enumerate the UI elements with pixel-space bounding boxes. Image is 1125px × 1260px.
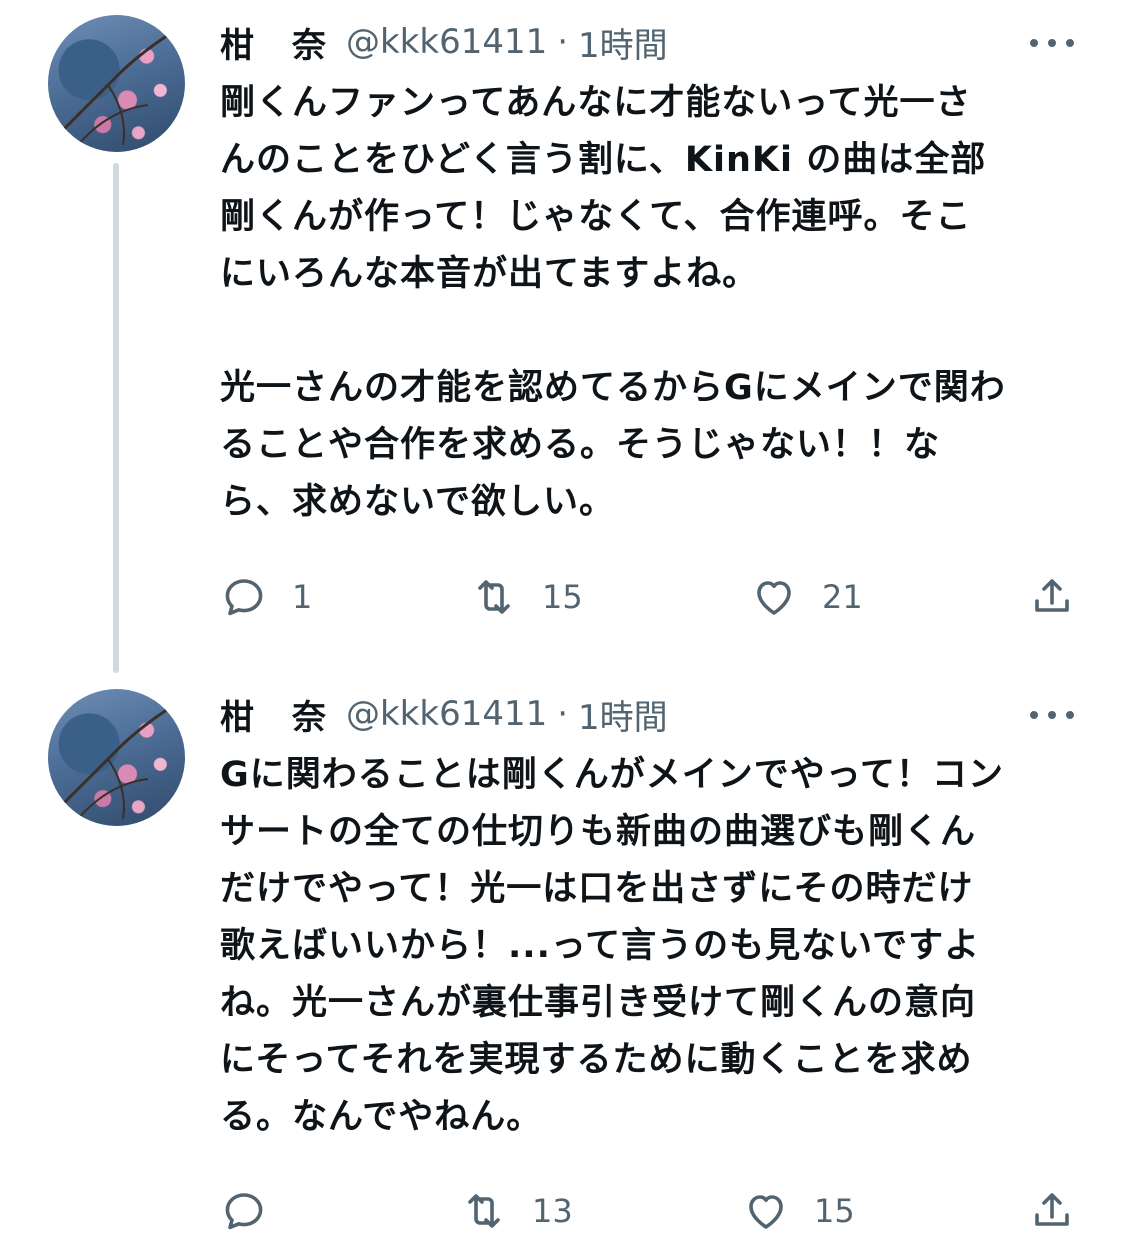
author-handle[interactable]: @kkk61411 [346, 694, 547, 734]
tweet-text: Gに関わることは剛くんがメインでやって！コン サートの全ての仕切りも新曲の曲選び… [220, 755, 1004, 1137]
avatar[interactable] [48, 15, 185, 152]
reply-icon [225, 1193, 263, 1230]
share-button[interactable] [1028, 572, 1076, 622]
like-count: 15 [814, 1192, 855, 1230]
like-button[interactable]: 21 [750, 572, 863, 622]
retweet-button[interactable]: 13 [460, 1186, 573, 1236]
reply-count: 1 [292, 578, 313, 616]
thread-connector [113, 163, 119, 673]
separator-dot: · [557, 22, 569, 62]
retweet-icon [468, 1194, 500, 1228]
share-icon [1035, 579, 1069, 612]
heart-icon [749, 1195, 783, 1229]
tweet[interactable]: 柑 奈 @kkk61411 · 1時間 Gに関わることは剛くんがメインでやって！… [0, 672, 1125, 1260]
retweet-icon [478, 580, 510, 614]
share-button[interactable] [1028, 1186, 1076, 1236]
author-name[interactable]: 柑 奈 [220, 690, 328, 739]
tweet[interactable]: 柑 奈 @kkk61411 · 1時間 剛くんファンってあんなに才能ないって光一… [0, 0, 1125, 673]
more-icon[interactable] [1030, 33, 1074, 53]
reply-icon [225, 579, 263, 616]
tweet-text: 剛くんファンってあんなに才能ないって光一さ んのことをひどく言う割に、KinKi… [220, 83, 1006, 522]
reply-button[interactable] [220, 1186, 292, 1236]
tweet-header: 柑 奈 @kkk61411 · 1時間 [220, 17, 668, 67]
author-handle[interactable]: @kkk61411 [346, 22, 547, 62]
separator-dot: · [557, 694, 569, 734]
tweet-actions: 13 15 [220, 1186, 1080, 1236]
reply-button[interactable]: 1 [220, 572, 312, 622]
retweet-count: 13 [532, 1192, 573, 1230]
retweet-count: 15 [542, 578, 583, 616]
avatar[interactable] [48, 689, 185, 826]
more-icon[interactable] [1030, 705, 1074, 725]
author-name[interactable]: 柑 奈 [220, 18, 328, 67]
like-button[interactable]: 15 [742, 1186, 855, 1236]
retweet-button[interactable]: 15 [470, 572, 583, 622]
tweet-header: 柑 奈 @kkk61411 · 1時間 [220, 689, 668, 739]
heart-icon [757, 581, 791, 615]
timestamp[interactable]: 1時間 [578, 18, 668, 67]
like-count: 21 [822, 578, 863, 616]
tweet-actions: 1 15 21 [220, 572, 1080, 622]
timestamp[interactable]: 1時間 [578, 690, 668, 739]
share-icon [1035, 1193, 1069, 1226]
